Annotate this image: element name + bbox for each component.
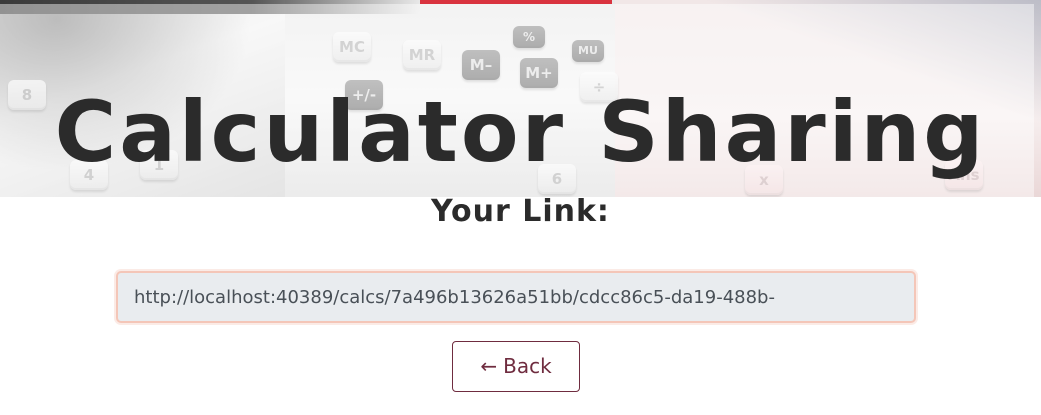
link-heading: Your Link: [431, 194, 610, 229]
arrow-left-icon: ← [480, 354, 498, 378]
back-button[interactable]: ← Back [452, 341, 580, 392]
share-link-field[interactable] [116, 271, 916, 323]
page-title: Calculator Sharing [54, 83, 987, 181]
page: MC MR M– M+ % MU ÷ 8 4 1 6 Ans x +/- Cal… [0, 0, 1041, 415]
back-button-label: Back [503, 354, 552, 378]
